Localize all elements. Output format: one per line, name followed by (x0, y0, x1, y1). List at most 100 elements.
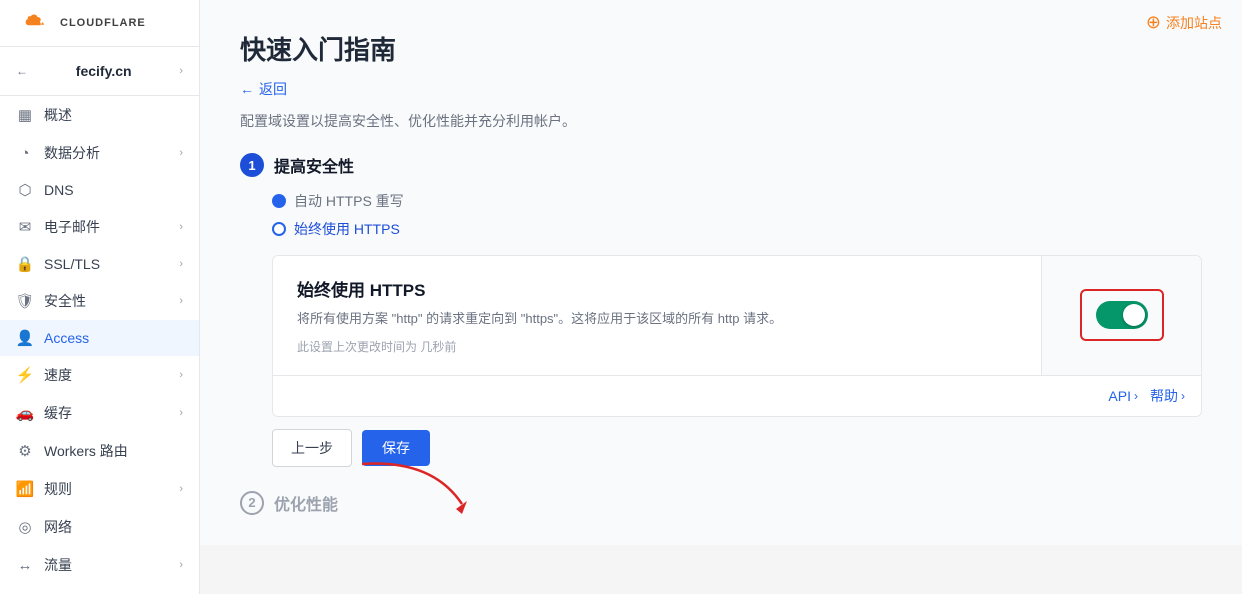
sidebar-item-traffic[interactable]: ↔ 流量 › (0, 546, 199, 584)
site-nav: ← fecify.cn › (0, 47, 199, 96)
grid-icon: ▦ (16, 106, 34, 124)
cache-chevron-icon: › (179, 407, 183, 419)
logo-text: CLOUDFLARE (60, 17, 146, 29)
back-arrow-icon: ← (16, 64, 28, 78)
cloudflare-logo: CLOUDFLARE (16, 12, 146, 34)
sidebar-item-speed-label: 速度 (44, 365, 72, 385)
analytics-chevron-icon: › (179, 147, 183, 159)
sidebar-item-network[interactable]: ◎ 网络 (0, 508, 199, 546)
sidebar-item-custom-pages[interactable]: 📄 自定义页面 (0, 584, 199, 594)
chart-icon: ◔ (16, 144, 34, 162)
plus-icon: ⊕ (1146, 12, 1161, 33)
sidebar-item-dns-label: DNS (44, 182, 74, 198)
help-arrow-icon: › (1181, 389, 1185, 403)
cache-icon: 🚗 (16, 404, 34, 422)
card-toggle-area (1041, 256, 1201, 375)
sidebar-item-dns[interactable]: ⬡ DNS (0, 172, 199, 208)
sidebar-item-security-label: 安全性 (44, 291, 86, 311)
sidebar-header: CLOUDFLARE (0, 0, 199, 47)
sidebar-item-workers[interactable]: ⚙ Workers 路由 (0, 432, 199, 470)
toggle-highlight-box (1080, 289, 1164, 341)
sidebar-item-security[interactable]: 🛡 安全性 › (0, 282, 199, 320)
user-check-icon: 👤 (16, 329, 34, 347)
prev-button[interactable]: 上一步 (272, 429, 352, 467)
help-link[interactable]: 帮助 › (1150, 386, 1185, 406)
mail-icon: ✉ (16, 218, 34, 236)
site-chevron-icon: › (179, 65, 183, 77)
api-arrow-icon: › (1134, 389, 1138, 403)
add-site-label: 添加站点 (1166, 13, 1222, 33)
sidebar-item-analytics[interactable]: ◔ 数据分析 › (0, 134, 199, 172)
workers-icon: ⚙ (16, 442, 34, 460)
sidebar-item-ssl-label: SSL/TLS (44, 256, 100, 272)
card-timestamp: 此设置上次更改时间为 几秒前 (297, 338, 1017, 355)
sidebar-item-rules[interactable]: 📶 规则 › (0, 470, 199, 508)
annotation-arrow (352, 459, 472, 519)
shield-icon: 🛡 (16, 292, 34, 310)
sidebar-item-access-label: Access (44, 330, 89, 346)
step1-title: 提高安全性 (274, 153, 354, 177)
site-name: fecify.cn (76, 63, 132, 79)
sidebar-nav: ▦ 概述 ◔ 数据分析 › ⬡ DNS ✉ 电子邮件 › (0, 96, 199, 594)
sidebar-item-analytics-label: 数据分析 (44, 143, 100, 163)
email-chevron-icon: › (179, 221, 183, 233)
sidebar-item-speed[interactable]: ⚡ 速度 › (0, 356, 199, 394)
back-arrow-link-icon: ← (240, 81, 254, 97)
sidebar-item-rules-label: 规则 (44, 479, 72, 499)
help-label: 帮助 (1150, 386, 1178, 406)
api-link[interactable]: API › (1108, 386, 1138, 406)
ssl-chevron-icon: › (179, 258, 183, 270)
dns-icon: ⬡ (16, 181, 34, 199)
card-heading: 始终使用 HTTPS (297, 276, 1017, 301)
sidebar-item-overview-label: 概述 (44, 105, 72, 125)
sidebar-item-access[interactable]: 👤 Access (0, 320, 199, 356)
step-item-always-https-label: 始终使用 HTTPS (294, 219, 400, 239)
security-chevron-icon: › (179, 295, 183, 307)
back-link-label: 返回 (259, 79, 287, 99)
bolt-icon: ⚡ (16, 366, 34, 384)
traffic-icon: ↔ (16, 556, 34, 574)
page-description: 配置域设置以提高安全性、优化性能并充分利用帐户。 (240, 111, 1202, 131)
rules-chevron-icon: › (179, 483, 183, 495)
card-text-area: 始终使用 HTTPS 将所有使用方案 "http" 的请求重定向到 "https… (273, 256, 1041, 375)
back-link[interactable]: ← 返回 (240, 79, 1202, 99)
step-item-https-rewrite-label: 自动 HTTPS 重写 (294, 191, 404, 211)
step1-header: 1 提高安全性 (240, 153, 1202, 177)
network-icon: ◎ (16, 518, 34, 536)
lock-icon: 🔒 (16, 255, 34, 273)
sidebar: CLOUDFLARE ← fecify.cn › ▦ 概述 ◔ 数据分析 › ⬡ (0, 0, 200, 594)
card-body: 始终使用 HTTPS 将所有使用方案 "http" 的请求重定向到 "https… (273, 256, 1201, 375)
traffic-chevron-icon: › (179, 559, 183, 571)
rules-icon: 📶 (16, 480, 34, 498)
sidebar-item-cache[interactable]: 🚗 缓存 › (0, 394, 199, 432)
step2-badge: 2 (240, 491, 264, 515)
sidebar-item-email-label: 电子邮件 (44, 217, 100, 237)
button-row: 上一步 保存 (272, 429, 1202, 467)
step-dot-done-icon (272, 194, 286, 208)
sidebar-item-traffic-label: 流量 (44, 555, 72, 575)
https-card: 始终使用 HTTPS 将所有使用方案 "http" 的请求重定向到 "https… (272, 255, 1202, 417)
sidebar-item-cache-label: 缓存 (44, 403, 72, 423)
page-title: 快速入门指南 (240, 30, 1202, 67)
api-label: API (1108, 388, 1131, 404)
speed-chevron-icon: › (179, 369, 183, 381)
step2-title: 优化性能 (274, 491, 338, 515)
sidebar-item-network-label: 网络 (44, 517, 72, 537)
step1-items: 自动 HTTPS 重写 始终使用 HTTPS (272, 191, 1202, 239)
cloudflare-logo-icon (16, 12, 52, 34)
step1-badge: 1 (240, 153, 264, 177)
step-dot-active-icon (272, 222, 286, 236)
step-item-https-rewrite: 自动 HTTPS 重写 (272, 191, 1202, 211)
card-footer: API › 帮助 › (273, 375, 1201, 416)
sidebar-item-overview[interactable]: ▦ 概述 (0, 96, 199, 134)
https-toggle[interactable] (1096, 301, 1148, 329)
sidebar-item-ssl[interactable]: 🔒 SSL/TLS › (0, 246, 199, 282)
card-description: 将所有使用方案 "http" 的请求重定向到 "https"。这将应用于该区域的… (297, 309, 1017, 330)
main-container: ⊕ 添加站点 快速入门指南 ← 返回 配置域设置以提高安全性、优化性能并充分利用… (200, 0, 1242, 594)
add-site-bar[interactable]: ⊕ 添加站点 (1146, 12, 1222, 33)
step-item-always-https: 始终使用 HTTPS (272, 219, 1202, 239)
sidebar-item-workers-label: Workers 路由 (44, 441, 128, 461)
toggle-knob (1123, 304, 1145, 326)
site-row[interactable]: ← fecify.cn › (0, 55, 199, 87)
sidebar-item-email[interactable]: ✉ 电子邮件 › (0, 208, 199, 246)
